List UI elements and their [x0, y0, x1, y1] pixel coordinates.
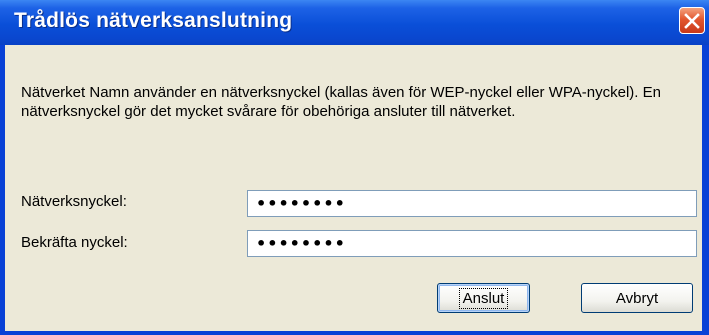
cancel-button-label: Avbryt [615, 289, 659, 307]
network-key-label: Nätverksnyckel: [21, 193, 127, 210]
title-bar[interactable]: Trådlös nätverksanslutning [0, 0, 709, 45]
dialog-window: Trådlös nätverksanslutning Nätverket Nam… [0, 0, 709, 335]
close-button[interactable] [679, 7, 705, 34]
network-key-field[interactable] [247, 190, 697, 217]
connect-button-label: Anslut [458, 287, 509, 309]
close-icon [684, 13, 700, 29]
confirm-key-field[interactable] [247, 230, 697, 257]
connect-button[interactable]: Anslut [437, 283, 530, 313]
confirm-key-label: Bekräfta nyckel: [21, 234, 128, 251]
cancel-button[interactable]: Avbryt [581, 283, 693, 313]
info-message: Nätverket Namn använder en nätverksnycke… [21, 84, 661, 120]
dialog-body: Nätverket Namn använder en nätverksnycke… [5, 45, 702, 331]
window-title: Trådlös nätverksanslutning [14, 9, 293, 32]
